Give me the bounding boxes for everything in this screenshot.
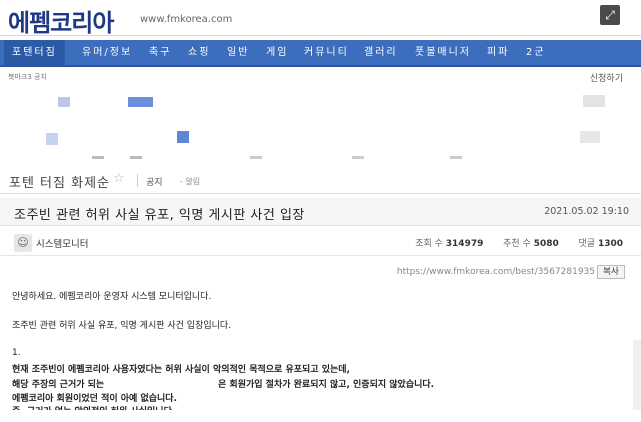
copy-button[interactable]: 복사 [597, 265, 625, 279]
scrollbar[interactable] [633, 340, 641, 410]
blurred-block [352, 156, 364, 159]
board-bar: 포텐 터짐 화제순 ☆ 공지 - 알림 [0, 168, 641, 194]
nav-item-soccer[interactable]: 축구 [149, 40, 171, 65]
blurred-block [580, 131, 600, 143]
content-line: 안녕하세요. 에펨코리아 운영자 시스템 모니터입니다. [12, 292, 212, 302]
nav-item-fifa[interactable]: 피파 [487, 40, 509, 65]
views-count: 314979 [445, 239, 484, 249]
site-url: www.fmkorea.com [140, 14, 233, 25]
blurred-block [128, 97, 153, 107]
sub-bar-left[interactable]: 북마크3 공지 [8, 72, 47, 82]
content-line: 조주빈 관련 허위 사실 유포, 익명 게시판 사건 입장입니다. [12, 321, 232, 331]
nav-item-general[interactable]: 일반 [227, 40, 249, 65]
blurred-block [250, 156, 262, 159]
nav-item-2nd-division[interactable]: 2군 [526, 40, 546, 65]
post-author[interactable]: 시스템모니터 [36, 236, 88, 250]
post-date: 2021.05.02 19:10 [544, 206, 629, 217]
blurred-block [583, 95, 605, 107]
board-title[interactable]: 포텐 터짐 화제순 [9, 172, 110, 191]
header-divider [0, 35, 641, 36]
comments-count: 1300 [597, 239, 623, 249]
blurred-block [177, 131, 189, 143]
content-line: 즉, 근거가 없는 악의적인 허위 사실입니다. [12, 404, 175, 410]
content-line: 해당 주장의 근거가 되는 [12, 380, 105, 390]
post-header: 조주빈 관련 허위 사실 유포, 익명 게시판 사건 입장 2021.05.02… [0, 198, 641, 226]
blurred-block [130, 156, 142, 159]
site-header: 에펨코리아 www.fmkorea.com ⤢ [0, 0, 641, 40]
content-line: 에펨코리아 회원이었던 적이 아예 없습니다. [12, 394, 177, 404]
apply-link[interactable]: 신청하기 [590, 71, 623, 84]
site-logo[interactable]: 에펨코리아 [8, 3, 114, 38]
nav-item-gallery[interactable]: 갤러리 [364, 40, 398, 65]
post-url[interactable]: https://www.fmkorea.com/best/3567281935 [397, 267, 595, 277]
blurred-block [92, 156, 104, 159]
star-icon[interactable]: ☆ [113, 171, 125, 186]
nav-item-humor[interactable]: 유머/정보 [82, 40, 132, 65]
avatar-icon[interactable]: ☺ [14, 234, 32, 252]
notice-link[interactable]: 공지 [146, 175, 163, 188]
expand-icon[interactable]: ⤢ [600, 5, 620, 25]
post-title: 조주빈 관련 허위 사실 유포, 익명 게시판 사건 입장 [14, 208, 305, 223]
nav-item-shopping[interactable]: 쇼핑 [188, 40, 210, 65]
post-meta: ☺ 시스템모니터 조회 수 314979 추천 수 5080 댓글 1300 [0, 228, 641, 256]
content-line: 은 회원가입 절차가 완료되지 않고, 인증되지 않았습니다. [218, 380, 435, 390]
nav-item-community[interactable]: 커뮤니티 [304, 40, 349, 65]
notice-alarm[interactable]: - 알림 [180, 176, 200, 187]
content-line: 현재 조주빈이 에펨코리아 사용자였다는 허위 사실이 악의적인 목적으로 유포… [12, 365, 350, 375]
post-link-row: https://www.fmkorea.com/best/3567281935 … [0, 264, 641, 280]
nav-item-poten[interactable]: 포텐터짐 [4, 40, 65, 65]
post-stats: 조회 수 314979 추천 수 5080 댓글 1300 [415, 236, 623, 249]
blurred-block [46, 133, 58, 145]
recommend-label: 추천 수 [503, 239, 531, 249]
content-line: 1. [12, 348, 21, 358]
nav-item-fm[interactable]: 풋볼매니저 [415, 40, 471, 65]
divider [137, 174, 138, 187]
comments-label: 댓글 [578, 239, 596, 249]
blurred-block [450, 156, 462, 159]
sub-bar: 북마크3 공지 신청하기 [0, 70, 641, 84]
blurred-block [58, 97, 70, 107]
recommend-count: 5080 [533, 239, 559, 249]
main-nav: 포텐터짐 유머/정보 축구 쇼핑 일반 게임 커뮤니티 갤러리 풋볼매니저 피파… [0, 40, 641, 67]
views-label: 조회 수 [415, 239, 443, 249]
nav-item-game[interactable]: 게임 [266, 40, 288, 65]
